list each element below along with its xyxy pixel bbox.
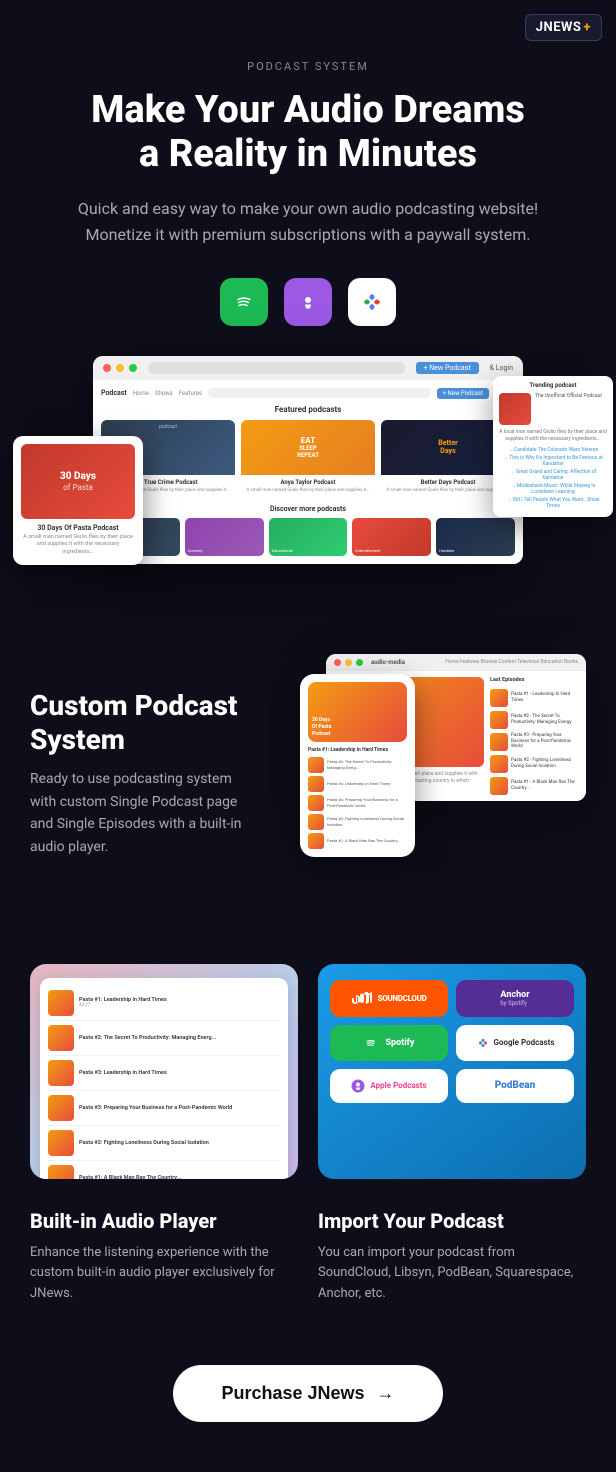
hero-subtitle: Quick and easy way to make your own audi… [68, 196, 548, 247]
hero-label: PODCAST SYSTEM [40, 60, 576, 73]
audio-player-card: Pasta #1: Leadership in Hard Times 44:27… [30, 964, 298, 1179]
audio-player-desc: Enhance the listening experience with th… [30, 1243, 298, 1305]
soundcloud-badge: SOUNDCLOUD [330, 980, 448, 1017]
custom-podcast-title: Custom Podcast System [30, 689, 260, 756]
google-podcasts-badge: Google Podcasts [456, 1025, 574, 1061]
floating-card-title: 30 Days Of Pasta Podcast [21, 524, 135, 532]
import-podcast-title: Import Your Podcast [318, 1209, 586, 1233]
apple-podcasts-badge: Apple Podcasts [330, 1069, 448, 1103]
hero-section: PODCAST SYSTEM Make Your Audio Dreams a … [0, 0, 616, 614]
hero-title: Make Your Audio Dreams a Reality in Minu… [40, 89, 576, 176]
spotify-badge: Spotify [330, 1025, 448, 1061]
purchase-arrow: → [377, 1383, 395, 1404]
purchase-button[interactable]: Purchase JNews → [173, 1365, 442, 1422]
feature-cards-section: Pasta #1: Leadership in Hard Times 44:27… [0, 934, 616, 1209]
import-podcast-card: SOUNDCLOUD Anchor by Spotify [318, 964, 586, 1179]
custom-podcast-mockups: audio-media Home Features Browse Content… [280, 654, 586, 894]
anchor-badge: Anchor by Spotify [456, 980, 574, 1017]
audio-player-title: Built-in Audio Player [30, 1209, 298, 1233]
purchase-section: Purchase JNews → [0, 1335, 616, 1472]
audio-player-info: Built-in Audio Player Enhance the listen… [30, 1209, 298, 1305]
podbean-badge: PodBean [456, 1069, 574, 1103]
floating-podcast-card: 30 Days of Pasta 30 Days Of Pasta Podcas… [13, 436, 143, 565]
google-podcasts-label: Google Podcasts [494, 1038, 555, 1047]
platform-icons-row [40, 278, 576, 326]
google-podcasts-icon[interactable] [348, 278, 396, 326]
floating-card-desc: A small man named Giulio flies by their … [21, 534, 135, 557]
custom-podcast-section: Custom Podcast System Ready to use podca… [0, 614, 616, 934]
custom-podcast-text: Custom Podcast System Ready to use podca… [30, 654, 260, 894]
dashboard-mock: + New Podcast & Login Podcast Home Shows… [93, 356, 523, 564]
import-podcast-info: Import Your Podcast You can import your … [318, 1209, 586, 1305]
apple-podcasts-icon[interactable] [284, 278, 332, 326]
mobile-mock: 30 DaysOf PastaPodcast Pasta #1: Leaders… [300, 674, 415, 857]
purchase-button-text: Purchase JNews [221, 1383, 364, 1404]
custom-podcast-desc: Ready to use podcasting system with cust… [30, 768, 260, 858]
apple-podcasts-label: Apple Podcasts [370, 1081, 426, 1090]
import-podcast-desc: You can import your podcast from SoundCl… [318, 1243, 586, 1305]
trending-sidebar-mock: Trending podcast The Unofficial Official… [493, 376, 613, 517]
podbean-label: PodBean [495, 1080, 535, 1091]
feature-info-grid: Built-in Audio Player Enhance the listen… [0, 1209, 616, 1335]
spotify-icon[interactable] [220, 278, 268, 326]
